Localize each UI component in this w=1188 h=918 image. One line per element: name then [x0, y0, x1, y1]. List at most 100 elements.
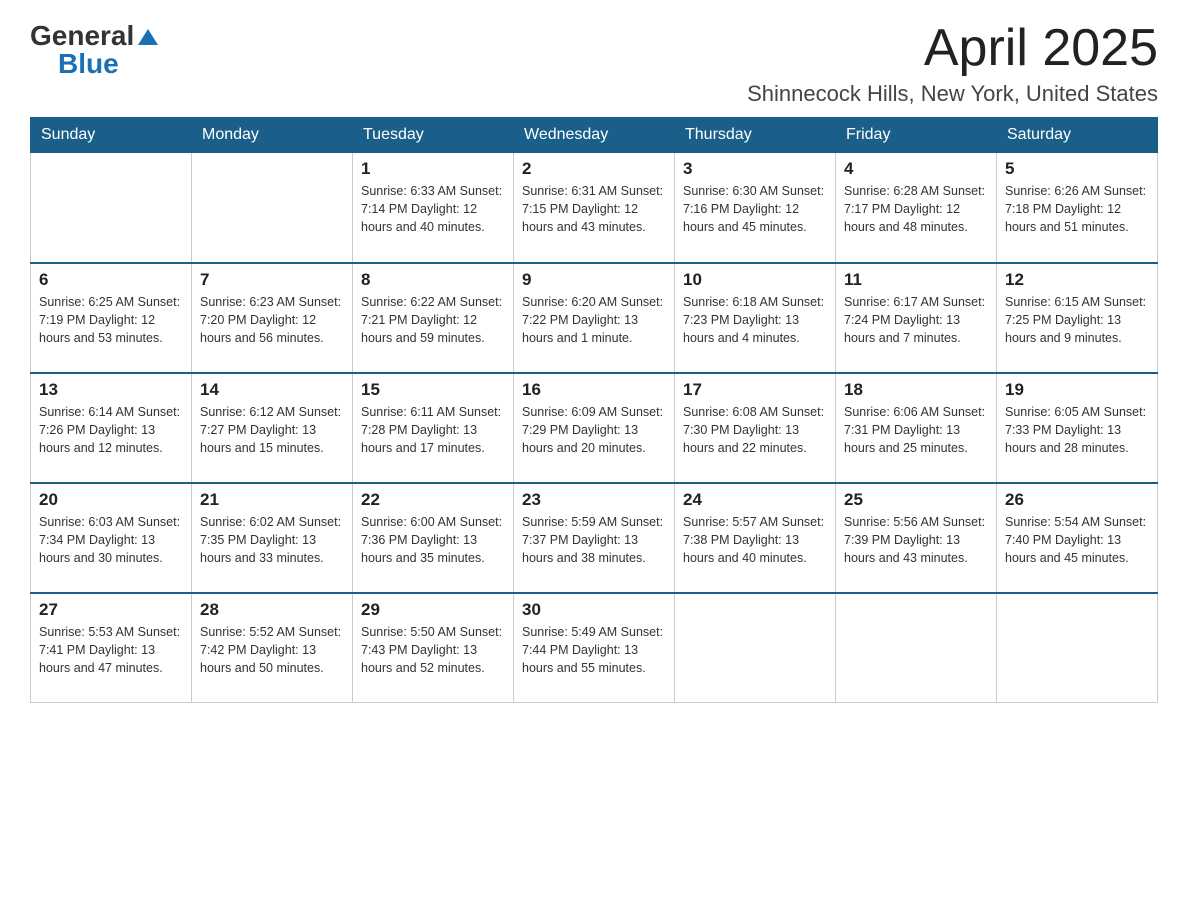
day-number: 1 [361, 159, 505, 179]
day-info: Sunrise: 5:50 AM Sunset: 7:43 PM Dayligh… [361, 623, 505, 677]
day-info: Sunrise: 6:00 AM Sunset: 7:36 PM Dayligh… [361, 513, 505, 567]
location-title: Shinnecock Hills, New York, United State… [747, 81, 1158, 107]
day-number: 6 [39, 270, 183, 290]
calendar-cell: 17Sunrise: 6:08 AM Sunset: 7:30 PM Dayli… [675, 373, 836, 483]
day-number: 9 [522, 270, 666, 290]
day-info: Sunrise: 6:02 AM Sunset: 7:35 PM Dayligh… [200, 513, 344, 567]
title-area: April 2025 Shinnecock Hills, New York, U… [747, 20, 1158, 107]
calendar-table: SundayMondayTuesdayWednesdayThursdayFrid… [30, 117, 1158, 703]
day-number: 17 [683, 380, 827, 400]
day-number: 19 [1005, 380, 1149, 400]
calendar-cell: 26 Sunrise: 5:54 AM Sunset: 7:40 PM Dayli… [997, 483, 1158, 593]
day-info: Sunrise: 5:53 AM Sunset: 7:41 PM Dayligh… [39, 623, 183, 677]
day-number: 11 [844, 270, 988, 290]
calendar-cell: 29 Sunrise: 5:50 AM Sunset: 7:43 PM Dayli… [353, 593, 514, 703]
calendar-cell: 27 Sunrise: 5:53 AM Sunset: 7:41 PM Dayli… [31, 593, 192, 703]
calendar-cell: 20 Sunrise: 6:03 AM Sunset: 7:34 PM Dayli… [31, 483, 192, 593]
day-number: 29 [361, 600, 505, 620]
day-number: 5 [1005, 159, 1149, 179]
day-info: Sunrise: 6:05 AM Sunset: 7:33 PM Dayligh… [1005, 403, 1149, 457]
calendar-cell: 23 Sunrise: 5:59 AM Sunset: 7:37 PM Dayli… [514, 483, 675, 593]
day-number: 27 [39, 600, 183, 620]
day-number: 4 [844, 159, 988, 179]
day-info: Sunrise: 5:52 AM Sunset: 7:42 PM Dayligh… [200, 623, 344, 677]
day-number: 23 [522, 490, 666, 510]
calendar-header-friday: Friday [836, 118, 997, 153]
day-number: 14 [200, 380, 344, 400]
calendar-cell: 2 Sunrise: 6:31 AM Sunset: 7:15 PM Daylig… [514, 153, 675, 263]
day-number: 15 [361, 380, 505, 400]
calendar-header-sunday: Sunday [31, 118, 192, 153]
logo: General Blue [30, 20, 158, 80]
calendar-cell: 7Sunrise: 6:23 AM Sunset: 7:20 PM Daylig… [192, 263, 353, 373]
calendar-week-row: 27 Sunrise: 5:53 AM Sunset: 7:41 PM Dayli… [31, 593, 1158, 703]
calendar-header-row: SundayMondayTuesdayWednesdayThursdayFrid… [31, 118, 1158, 153]
day-info: Sunrise: 6:09 AM Sunset: 7:29 PM Dayligh… [522, 403, 666, 457]
day-number: 24 [683, 490, 827, 510]
day-number: 16 [522, 380, 666, 400]
day-number: 13 [39, 380, 183, 400]
calendar-cell: 12 Sunrise: 6:15 AM Sunset: 7:25 PM Dayli… [997, 263, 1158, 373]
day-number: 28 [200, 600, 344, 620]
calendar-cell: 3 Sunrise: 6:30 AM Sunset: 7:16 PM Daylig… [675, 153, 836, 263]
day-info: Sunrise: 6:12 AM Sunset: 7:27 PM Dayligh… [200, 403, 344, 457]
day-number: 18 [844, 380, 988, 400]
day-info: Sunrise: 5:57 AM Sunset: 7:38 PM Dayligh… [683, 513, 827, 567]
day-info: Sunrise: 6:11 AM Sunset: 7:28 PM Dayligh… [361, 403, 505, 457]
day-info: Sunrise: 6:25 AM Sunset: 7:19 PM Dayligh… [39, 293, 183, 347]
day-info: Sunrise: 5:54 AM Sunset: 7:40 PM Dayligh… [1005, 513, 1149, 567]
calendar-header-monday: Monday [192, 118, 353, 153]
header: General Blue April 2025 Shinnecock Hills… [30, 20, 1158, 107]
logo-flag-icon [136, 25, 158, 47]
day-info: Sunrise: 6:18 AM Sunset: 7:23 PM Dayligh… [683, 293, 827, 347]
calendar-cell: 11Sunrise: 6:17 AM Sunset: 7:24 PM Dayli… [836, 263, 997, 373]
day-info: Sunrise: 6:20 AM Sunset: 7:22 PM Dayligh… [522, 293, 666, 347]
day-info: Sunrise: 6:33 AM Sunset: 7:14 PM Dayligh… [361, 182, 505, 236]
calendar-header-saturday: Saturday [997, 118, 1158, 153]
calendar-cell: 22 Sunrise: 6:00 AM Sunset: 7:36 PM Dayli… [353, 483, 514, 593]
day-number: 21 [200, 490, 344, 510]
month-title: April 2025 [747, 20, 1158, 77]
calendar-cell: 9 Sunrise: 6:20 AM Sunset: 7:22 PM Daylig… [514, 263, 675, 373]
day-info: Sunrise: 6:22 AM Sunset: 7:21 PM Dayligh… [361, 293, 505, 347]
day-info: Sunrise: 6:30 AM Sunset: 7:16 PM Dayligh… [683, 182, 827, 236]
day-number: 20 [39, 490, 183, 510]
day-info: Sunrise: 6:15 AM Sunset: 7:25 PM Dayligh… [1005, 293, 1149, 347]
day-number: 7 [200, 270, 344, 290]
calendar-cell: 6 Sunrise: 6:25 AM Sunset: 7:19 PM Daylig… [31, 263, 192, 373]
day-info: Sunrise: 5:56 AM Sunset: 7:39 PM Dayligh… [844, 513, 988, 567]
day-info: Sunrise: 6:28 AM Sunset: 7:17 PM Dayligh… [844, 182, 988, 236]
calendar-cell [836, 593, 997, 703]
calendar-week-row: 1 Sunrise: 6:33 AM Sunset: 7:14 PM Daylig… [31, 153, 1158, 263]
calendar-cell: 13 Sunrise: 6:14 AM Sunset: 7:26 PM Dayli… [31, 373, 192, 483]
calendar-cell [675, 593, 836, 703]
calendar-cell: 30Sunrise: 5:49 AM Sunset: 7:44 PM Dayli… [514, 593, 675, 703]
calendar-week-row: 20 Sunrise: 6:03 AM Sunset: 7:34 PM Dayli… [31, 483, 1158, 593]
day-info: Sunrise: 6:14 AM Sunset: 7:26 PM Dayligh… [39, 403, 183, 457]
calendar-cell: 28 Sunrise: 5:52 AM Sunset: 7:42 PM Dayli… [192, 593, 353, 703]
day-number: 26 [1005, 490, 1149, 510]
calendar-cell: 10Sunrise: 6:18 AM Sunset: 7:23 PM Dayli… [675, 263, 836, 373]
day-number: 3 [683, 159, 827, 179]
calendar-cell: 14 Sunrise: 6:12 AM Sunset: 7:27 PM Dayli… [192, 373, 353, 483]
calendar-cell: 21 Sunrise: 6:02 AM Sunset: 7:35 PM Dayli… [192, 483, 353, 593]
day-number: 8 [361, 270, 505, 290]
calendar-cell: 16 Sunrise: 6:09 AM Sunset: 7:29 PM Dayli… [514, 373, 675, 483]
calendar-cell: 19 Sunrise: 6:05 AM Sunset: 7:33 PM Dayli… [997, 373, 1158, 483]
day-info: Sunrise: 5:59 AM Sunset: 7:37 PM Dayligh… [522, 513, 666, 567]
day-info: Sunrise: 6:26 AM Sunset: 7:18 PM Dayligh… [1005, 182, 1149, 236]
calendar-cell: 4 Sunrise: 6:28 AM Sunset: 7:17 PM Daylig… [836, 153, 997, 263]
calendar-cell [192, 153, 353, 263]
day-number: 12 [1005, 270, 1149, 290]
calendar-cell: 8 Sunrise: 6:22 AM Sunset: 7:21 PM Daylig… [353, 263, 514, 373]
day-number: 22 [361, 490, 505, 510]
day-info: Sunrise: 6:06 AM Sunset: 7:31 PM Dayligh… [844, 403, 988, 457]
calendar-cell: 24 Sunrise: 5:57 AM Sunset: 7:38 PM Dayli… [675, 483, 836, 593]
day-number: 2 [522, 159, 666, 179]
day-info: Sunrise: 6:03 AM Sunset: 7:34 PM Dayligh… [39, 513, 183, 567]
calendar-cell: 5 Sunrise: 6:26 AM Sunset: 7:18 PM Daylig… [997, 153, 1158, 263]
calendar-header-thursday: Thursday [675, 118, 836, 153]
day-info: Sunrise: 6:31 AM Sunset: 7:15 PM Dayligh… [522, 182, 666, 236]
calendar-cell: 1 Sunrise: 6:33 AM Sunset: 7:14 PM Daylig… [353, 153, 514, 263]
logo-blue-text: Blue [58, 48, 119, 80]
